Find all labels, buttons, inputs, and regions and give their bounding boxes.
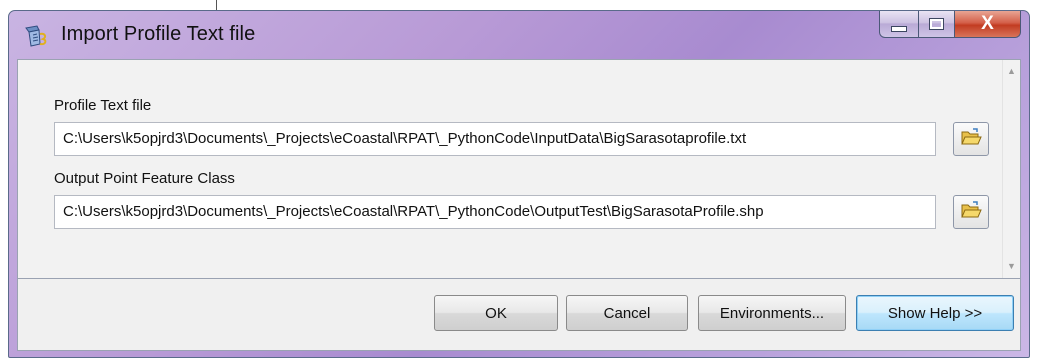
output-point-feature-class-browse-button[interactable] bbox=[953, 195, 989, 229]
maximize-button[interactable] bbox=[919, 11, 955, 38]
open-folder-icon bbox=[960, 127, 982, 152]
profile-text-file-input[interactable]: C:\Users\k5opjrd3\Documents\_Projects\eC… bbox=[54, 122, 936, 156]
output-point-feature-class-input[interactable]: C:\Users\k5opjrd3\Documents\_Projects\eC… bbox=[54, 195, 936, 229]
python-script-tool-icon bbox=[23, 24, 49, 48]
ok-button[interactable]: OK bbox=[434, 295, 558, 331]
dialog-button-bar: OK Cancel Environments... Show Help >> bbox=[17, 279, 1021, 351]
parameters-panel: Profile Text file C:\Users\k5opjrd3\Docu… bbox=[17, 59, 1021, 279]
minimize-button[interactable] bbox=[879, 11, 919, 38]
close-icon: X bbox=[981, 13, 994, 34]
scroll-down-arrow-icon[interactable]: ▼ bbox=[1006, 261, 1017, 272]
minimize-icon bbox=[891, 25, 907, 32]
cancel-button[interactable]: Cancel bbox=[566, 295, 688, 331]
open-folder-icon bbox=[960, 200, 982, 225]
maximize-icon bbox=[929, 18, 944, 30]
scroll-up-arrow-icon[interactable]: ▲ bbox=[1006, 66, 1017, 77]
title-bar[interactable]: Import Profile Text file X bbox=[9, 11, 1029, 59]
show-help-button[interactable]: Show Help >> bbox=[856, 295, 1014, 331]
close-button[interactable]: X bbox=[955, 11, 1021, 38]
profile-text-file-label: Profile Text file bbox=[54, 97, 152, 114]
environments-button[interactable]: Environments... bbox=[698, 295, 846, 331]
vertical-scrollbar[interactable]: ▲ ▼ bbox=[1002, 60, 1020, 278]
caption-buttons: X bbox=[879, 11, 1021, 39]
profile-text-file-browse-button[interactable] bbox=[953, 122, 989, 156]
output-point-feature-class-label: Output Point Feature Class bbox=[54, 170, 235, 187]
window-title: Import Profile Text file bbox=[61, 23, 256, 45]
dialog-window: Import Profile Text file X Profile Text … bbox=[8, 10, 1030, 358]
